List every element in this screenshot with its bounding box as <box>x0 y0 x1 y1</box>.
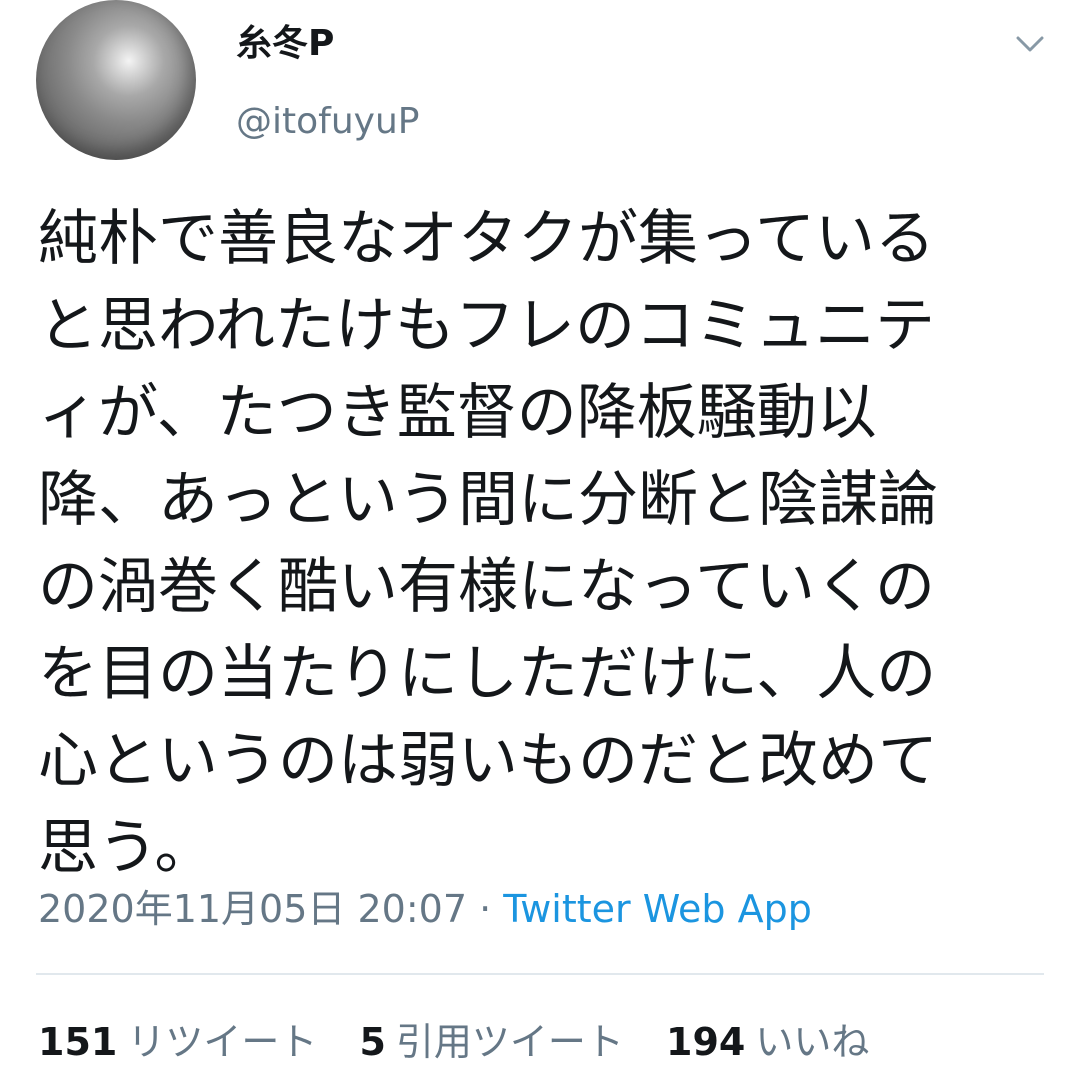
quotes-stat[interactable]: 5 引用ツイート <box>359 1016 623 1068</box>
chevron-down-icon[interactable] <box>1012 30 1048 58</box>
user-handle[interactable]: @itofuyuP <box>236 100 419 144</box>
quotes-count: 5 <box>359 1020 386 1064</box>
tweet-text: 純朴で善良なオタクが集っている と思われたけもフレのコミュニテ ィが、たつき監督… <box>38 204 938 883</box>
quotes-label: 引用ツイート <box>395 1020 624 1064</box>
source-link[interactable]: Twitter Web App <box>503 887 812 931</box>
likes-count: 194 <box>666 1020 746 1064</box>
likes-label: いいね <box>755 1020 870 1064</box>
tweet-meta: 2020年11月05日 20:07 · Twitter Web App <box>38 884 812 934</box>
retweets-count: 151 <box>38 1020 118 1064</box>
display-name[interactable]: 糸冬P <box>236 22 334 66</box>
meta-separator: · <box>467 887 504 931</box>
timestamp[interactable]: 2020年11月05日 20:07 <box>38 887 467 931</box>
likes-stat[interactable]: 194 いいね <box>666 1016 869 1068</box>
retweets-label: リツイート <box>127 1020 318 1064</box>
divider <box>36 973 1044 975</box>
avatar[interactable] <box>36 0 196 160</box>
retweets-stat[interactable]: 151 リツイート <box>38 1016 317 1068</box>
tweet-stats: 151 リツイート 5 引用ツイート 194 いいね <box>38 1016 899 1068</box>
